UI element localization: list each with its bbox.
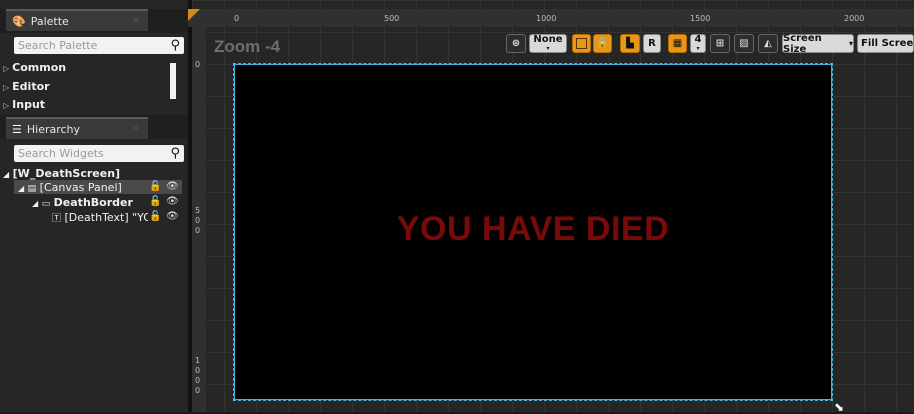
expand-arrow-icon: ▷ — [3, 101, 10, 110]
snap-toggle-button[interactable] — [572, 34, 591, 53]
category-common[interactable]: ▷ Common — [3, 61, 66, 74]
palette-search-input[interactable]: Search Palette ⚲ — [14, 37, 184, 54]
chevron-down-icon: ▾ — [848, 39, 853, 48]
text-widget-icon: 🅃 — [52, 214, 62, 224]
chevron-down-icon: ▾ — [696, 44, 700, 52]
close-icon[interactable]: × — [132, 15, 140, 26]
close-icon[interactable]: × — [132, 123, 140, 134]
canvas-panel-icon: ▤ — [27, 184, 37, 194]
search-icon: ⚲ — [170, 38, 180, 53]
tree-item-death-text[interactable]: 🅃 [DeathText] "YO — [52, 211, 148, 224]
padlock-icon: 🔒 — [596, 38, 609, 49]
left-ruler: 0 5 0 0 1 0 0 0 — [192, 27, 206, 412]
collapse-arrow-icon: ◢ — [18, 184, 25, 193]
ruler-label: 1 — [195, 356, 201, 365]
localization-preview-button[interactable]: ⊛ — [506, 34, 526, 53]
tree-item-root[interactable]: ◢ [W_DeathScreen] — [3, 167, 120, 180]
ruler-corner — [188, 9, 206, 27]
tab-hierarchy[interactable]: ☰ Hierarchy × — [6, 117, 148, 139]
palette-scrollbar[interactable] — [170, 63, 176, 99]
ruler-label: 0 — [195, 60, 201, 69]
layout-transform-button[interactable]: ▙ — [620, 34, 640, 53]
grid-icon: ▦ — [672, 38, 683, 49]
palette-tab-label: Palette — [30, 14, 69, 28]
background-image-button[interactable]: ▨ — [734, 34, 754, 53]
fit-icon: ⊞ — [715, 38, 725, 49]
hierarchy-icon: ☰ — [12, 122, 22, 136]
grid-snap-button[interactable]: ▦ — [668, 34, 687, 53]
collapse-arrow-icon: ◢ — [3, 170, 10, 179]
collapse-arrow-icon: ◢ — [32, 199, 39, 208]
chevron-down-icon: ▾ — [546, 44, 550, 52]
transform-icon: ▙ — [626, 38, 634, 49]
search-icon: ⚲ — [170, 146, 180, 161]
globe-icon: ⊛ — [511, 38, 521, 49]
grid-size-select[interactable]: 4 ▾ — [690, 34, 706, 53]
expand-arrow-icon: ▷ — [3, 64, 10, 73]
ruler-label: 1500 — [690, 14, 711, 23]
ruler-label: 5 — [195, 206, 201, 215]
visibility-eye-icon[interactable]: 👁 — [166, 181, 179, 192]
ruler-label: 0 — [195, 386, 201, 395]
visibility-eye-icon[interactable]: 👁 — [166, 196, 179, 207]
tree-item-death-border[interactable]: ◢ ▭ DeathBorder — [32, 196, 133, 209]
tab-palette[interactable]: 🎨 Palette × — [6, 9, 148, 31]
zoom-to-fit-button[interactable]: ⊞ — [710, 34, 730, 53]
screen-size-dropdown[interactable]: Screen Size ▾ — [782, 33, 854, 55]
render-transform-button[interactable]: R — [643, 34, 661, 53]
ruler-label: 2000 — [844, 14, 865, 23]
category-editor[interactable]: ▷ Editor — [3, 80, 50, 93]
visibility-eye-icon[interactable]: 👁 — [166, 211, 179, 222]
lock-icon[interactable]: 🔓 — [149, 181, 161, 192]
flip-button[interactable]: ◭ — [758, 34, 778, 53]
fill-screen-dropdown[interactable]: Fill Screen — [857, 34, 914, 53]
border-icon: ▭ — [41, 199, 51, 209]
ruler-label: 0 — [195, 226, 201, 235]
lock-icon[interactable]: 🔓 — [149, 211, 161, 222]
ruler-label: 0 — [195, 376, 201, 385]
zoom-level: Zoom -4 — [214, 37, 281, 56]
death-text[interactable]: YOU HAVE DIED — [235, 210, 831, 249]
square-outline-icon — [576, 38, 587, 49]
widget-search-input[interactable]: Search Widgets ⚲ — [14, 145, 184, 162]
image-icon: ▨ — [739, 38, 749, 49]
ruler-label: 1000 — [536, 14, 557, 23]
ruler-label: 0 — [234, 14, 240, 23]
ruler-label: 500 — [384, 14, 400, 23]
lock-toggle-button[interactable]: 🔒 — [593, 34, 612, 53]
corner-marker — [188, 9, 200, 21]
ruler-label: 0 — [195, 216, 201, 225]
expand-arrow-icon: ▷ — [3, 83, 10, 92]
ruler-label: 0 — [195, 366, 201, 375]
widget-preview-frame[interactable]: YOU HAVE DIED — [233, 63, 833, 401]
lock-icon[interactable]: 🔓 — [149, 196, 161, 207]
left-panel: 🎨 Palette × Search Palette ⚲ ▷ Common ▷ Ed… — [0, 0, 188, 412]
category-input[interactable]: ▷ Input — [3, 98, 45, 110]
flip-icon: ◭ — [764, 38, 772, 49]
palette-icon: 🎨 — [12, 14, 26, 28]
hierarchy-tab-label: Hierarchy — [26, 122, 81, 136]
tree-item-canvas-panel[interactable]: ◢ ▤ [Canvas Panel] — [18, 181, 122, 194]
culture-select[interactable]: None ▾ — [529, 34, 567, 53]
top-ruler: 0 500 1000 1500 2000 — [192, 9, 914, 27]
